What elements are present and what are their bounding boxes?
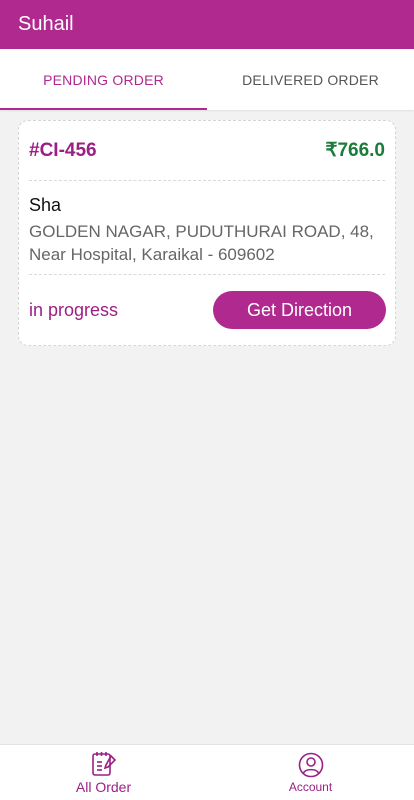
order-card[interactable]: #CI-456 ₹766.0 Sha GOLDEN NAGAR, PUDUTHU… [18, 120, 396, 346]
order-card-header: #CI-456 ₹766.0 [29, 121, 385, 181]
order-id: #CI-456 [29, 139, 97, 161]
order-status: in progress [29, 299, 119, 320]
customer-name: Sha [29, 195, 62, 215]
order-card-footer: in progress Get Direction [29, 275, 386, 345]
app-bar: Suhail [0, 0, 414, 49]
order-tabs: PENDING ORDER DELIVERED ORDER [0, 49, 414, 110]
order-list-icon [91, 751, 116, 776]
account-icon [298, 752, 323, 777]
bottom-navigation: All Order Account [0, 744, 414, 800]
order-amount: ₹766.0 [325, 140, 385, 161]
app-title: Suhail [18, 13, 74, 35]
customer-address: GOLDEN NAGAR, PUDUTHURAI ROAD, 48, Near … [29, 222, 374, 264]
nav-account-label: Account [288, 779, 333, 794]
order-card-body: Sha GOLDEN NAGAR, PUDUTHURAI ROAD, 48, N… [29, 181, 385, 275]
get-direction-button[interactable]: Get Direction [213, 291, 386, 329]
nav-all-order[interactable]: All Order [0, 745, 207, 800]
tab-delivered-order[interactable]: DELIVERED ORDER [207, 49, 414, 110]
tab-pending-order[interactable]: PENDING ORDER [0, 49, 207, 110]
nav-all-order-label: All Order [75, 778, 132, 795]
nav-account[interactable]: Account [207, 745, 414, 800]
